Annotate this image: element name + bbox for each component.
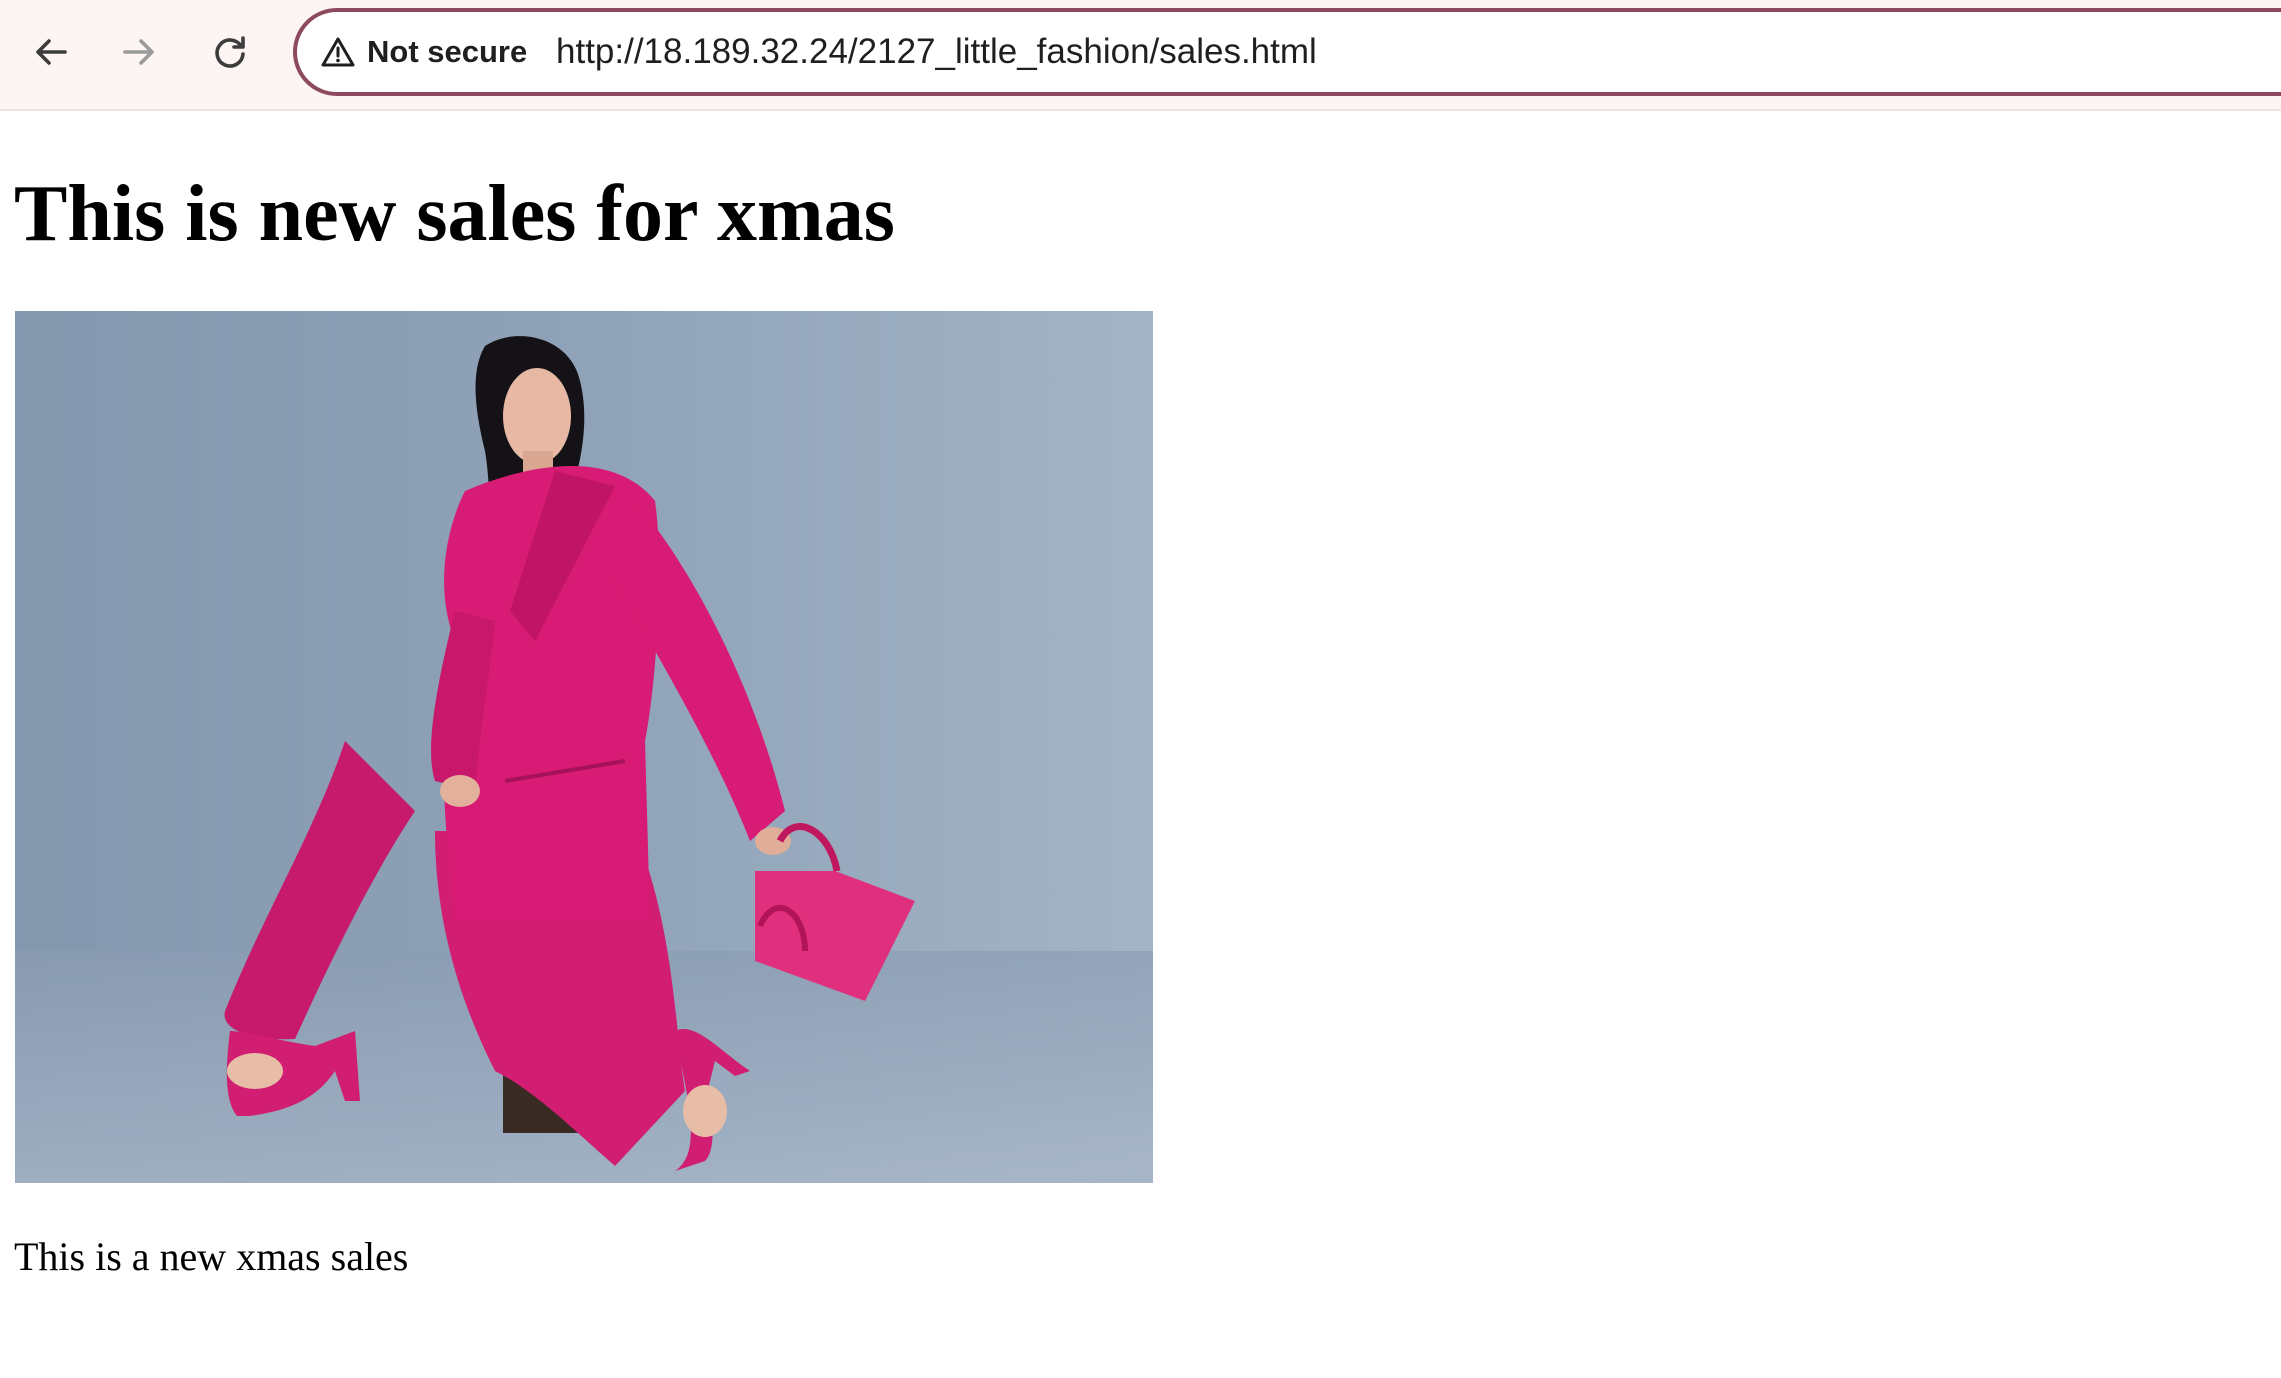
security-label: Not secure — [367, 34, 528, 69]
warning-triangle-icon — [321, 37, 355, 67]
arrow-left-icon — [36, 39, 67, 65]
url-text[interactable]: http://18.189.32.24/2127_little_fashion/… — [556, 12, 1317, 92]
product-image — [15, 311, 1153, 1183]
page-title: This is new sales for xmas — [14, 170, 895, 258]
arrow-right-icon — [123, 39, 154, 65]
security-indicator[interactable]: Not secure — [321, 12, 527, 92]
forward-button[interactable] — [108, 21, 170, 83]
sale-description: This is a new xmas sales — [14, 1234, 409, 1279]
reload-icon — [215, 36, 245, 68]
back-button[interactable] — [20, 21, 82, 83]
browser-toolbar: Not secure http://18.189.32.24/2127_litt… — [0, 0, 2281, 111]
address-bar[interactable]: Not secure http://18.189.32.24/2127_litt… — [293, 8, 2281, 96]
reload-button[interactable] — [199, 21, 261, 83]
